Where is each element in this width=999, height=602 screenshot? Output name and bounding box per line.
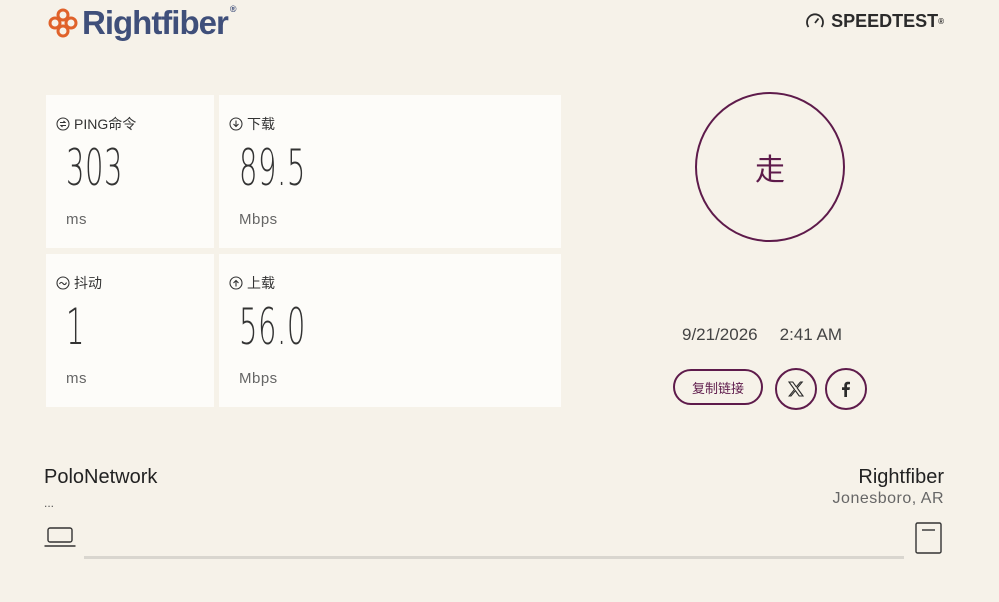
speedometer-icon — [806, 13, 824, 28]
jitter-value: 1 — [66, 298, 86, 356]
download-label: 下载 — [247, 116, 275, 132]
speedtest-brand[interactable]: SPEEDTEST ® — [805, 11, 944, 32]
share-facebook-button[interactable] — [825, 368, 867, 410]
laptop-icon — [44, 527, 76, 547]
server-location: Jonesboro, AR — [832, 490, 944, 507]
copy-link-button[interactable]: 复制链接 — [673, 369, 763, 405]
download-value: 89.5 — [239, 139, 306, 197]
upload-value: 56.0 — [239, 298, 306, 356]
share-x-button[interactable] — [775, 368, 817, 410]
copy-link-label: 复制链接 — [691, 380, 744, 396]
ping-value: 303 — [66, 139, 124, 197]
rightfiber-logo[interactable]: Rightfiber ® — [48, 4, 237, 42]
result-date: 9/21/2026 — [682, 325, 758, 344]
server-icon — [915, 522, 942, 554]
ping-unit: ms — [66, 211, 87, 228]
ping-card: PING命令 303 ms — [46, 95, 214, 248]
upload-label: 上载 — [247, 275, 275, 291]
go-button-label: 走 — [755, 154, 785, 187]
download-card: 下载 89.5 Mbps — [219, 95, 561, 248]
ping-label: PING命令 — [74, 116, 137, 132]
brand-name: Rightfiber — [82, 4, 229, 41]
speedtest-label: SPEEDTEST — [831, 11, 939, 31]
x-logo-icon — [787, 381, 805, 397]
connection-line — [84, 556, 904, 559]
go-button[interactable]: 走 — [695, 92, 845, 242]
result-datetime: 9/21/2026 2:41 AM — [682, 325, 842, 345]
server-name[interactable]: Rightfiber — [858, 466, 944, 489]
jitter-unit: ms — [66, 370, 87, 387]
speedtest-trademark: ® — [938, 17, 944, 26]
result-time: 2:41 AM — [779, 325, 843, 344]
jitter-label: 抖动 — [74, 275, 102, 291]
upload-arrow-icon — [229, 276, 243, 290]
ping-icon — [56, 117, 70, 131]
jitter-icon — [56, 276, 70, 290]
jitter-card: 抖动 1 ms — [46, 254, 214, 407]
upload-unit: Mbps — [239, 370, 278, 387]
rightfiber-flower-icon — [48, 8, 78, 38]
brand-trademark: ® — [229, 4, 237, 14]
download-unit: Mbps — [239, 211, 278, 228]
facebook-icon — [842, 381, 850, 397]
upload-card: 上载 56.0 Mbps — [219, 254, 561, 407]
download-arrow-icon — [229, 117, 243, 131]
isp-ip: ... — [44, 496, 55, 510]
isp-name: PoloNetwork — [44, 466, 158, 488]
